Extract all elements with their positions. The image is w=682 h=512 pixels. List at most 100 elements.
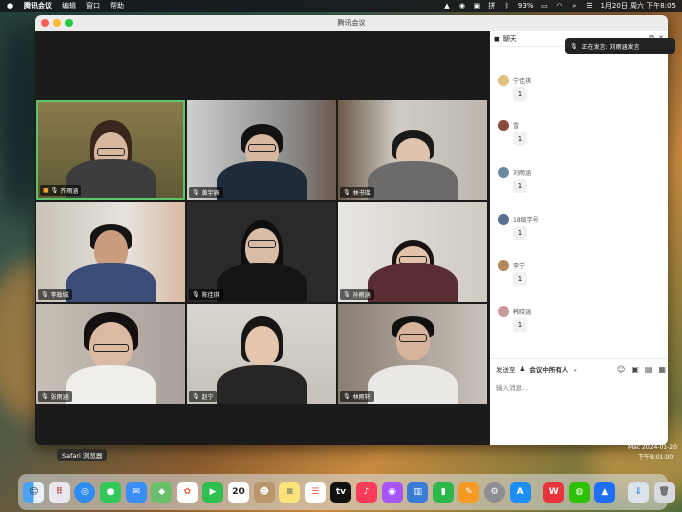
- downloads-icon[interactable]: ⇩: [627, 481, 649, 503]
- music-icon[interactable]: ♪: [356, 481, 378, 503]
- mic-muted-icon: 🎙︎: [343, 189, 351, 196]
- participant-nametag: 🎙︎ 李政城: [38, 289, 72, 300]
- image-icon[interactable]: ▣: [631, 365, 639, 374]
- chevron-down-icon[interactable]: ⌄: [572, 365, 577, 373]
- participant-glasses: [398, 334, 427, 342]
- keynote-icon[interactable]: ▥: [407, 481, 429, 503]
- window-title: 腾讯会议: [337, 19, 366, 27]
- message-bubble[interactable]: 1: [513, 226, 527, 240]
- mail-icon[interactable]: ✉: [125, 481, 147, 503]
- chat-composer: 发送至 ♟ 会议中所有人 ⌄ ☺ ▣ ▤ ▦: [490, 358, 668, 409]
- desktop-time-text: 下午8:01:00: [638, 454, 674, 461]
- chat-icon: ◼: [494, 34, 500, 43]
- video-tile[interactable]: 🎙︎ 张雨涵: [36, 304, 185, 404]
- mic-muted-icon: 🎙︎: [192, 189, 200, 196]
- send-to-label: 发送至: [496, 366, 516, 374]
- system-settings-icon[interactable]: ⚙: [483, 481, 505, 503]
- dock: ☺ ⠿ ◎ ● ✉ ◆ ✿ ▶ 20 ☻ ≡ ☰ tv ♪ ◉ ▥ ▮ ✎ ⚙ …: [18, 474, 675, 510]
- participant-nametag: 🎙︎ 黄宇辰: [189, 187, 223, 198]
- apple-icon[interactable]: ●: [6, 2, 14, 10]
- file-icon[interactable]: ▤: [645, 365, 653, 374]
- menu-app-name[interactable]: 腾讯会议: [24, 1, 52, 11]
- video-tile[interactable]: 🎙︎ 赵宁: [187, 304, 336, 404]
- finder-icon[interactable]: ☺: [23, 481, 45, 503]
- chat-title: 聊天: [502, 34, 517, 43]
- app-store-icon[interactable]: A: [509, 481, 531, 503]
- send-to-dropdown[interactable]: 会议中所有人: [529, 364, 568, 374]
- participant-face: [244, 228, 279, 268]
- launchpad-icon[interactable]: ⠿: [48, 481, 70, 503]
- calendar-icon[interactable]: 20: [228, 481, 250, 503]
- more-icon[interactable]: ▦: [658, 365, 666, 374]
- avatar[interactable]: [498, 75, 509, 86]
- participant-name: 林书瑶: [352, 190, 371, 197]
- avatar[interactable]: [498, 214, 509, 225]
- message-bubble[interactable]: 1: [513, 272, 527, 286]
- send-to-row: 发送至 ♟ 会议中所有人 ⌄ ☺ ▣ ▤ ▦: [496, 364, 666, 375]
- pages-icon[interactable]: ✎: [458, 481, 480, 503]
- menu-edit[interactable]: 编辑: [62, 1, 76, 11]
- safari-icon[interactable]: ◎: [74, 481, 96, 503]
- notes-icon[interactable]: ≡: [279, 481, 301, 503]
- chat-message-input[interactable]: [496, 381, 656, 395]
- avatar[interactable]: [498, 306, 509, 317]
- menu-window[interactable]: 窗口: [86, 1, 100, 11]
- battery-icon[interactable]: ▭: [540, 2, 548, 10]
- trash-icon[interactable]: 🗑︎: [653, 481, 675, 503]
- participant-nametag: 🎙︎ 陈佳琪: [189, 289, 223, 300]
- numbers-icon[interactable]: ▮: [432, 481, 454, 503]
- maps-icon[interactable]: ◆: [151, 481, 173, 503]
- avatar[interactable]: [498, 167, 509, 178]
- menubar-datetime[interactable]: 1月20日 周六 下午8:05: [600, 1, 676, 11]
- participant-glasses: [247, 240, 276, 248]
- participant-body: [367, 263, 458, 302]
- tencent-meeting-status-icon[interactable]: ▲: [443, 2, 451, 10]
- mic-muted-icon: 🎙︎: [192, 393, 200, 400]
- wps-icon[interactable]: W: [543, 481, 565, 503]
- tv-icon[interactable]: tv: [330, 481, 352, 503]
- video-tile[interactable]: 🎙︎ 林书瑶: [338, 100, 487, 200]
- search-icon[interactable]: ⌕: [570, 2, 578, 10]
- avatar[interactable]: [498, 120, 509, 131]
- wallpaper-glow: [0, 20, 40, 220]
- control-center-icon[interactable]: ☰: [585, 2, 593, 10]
- participant-body: [65, 263, 156, 302]
- bluetooth-icon[interactable]: ᛒ: [503, 2, 511, 10]
- emoji-icon[interactable]: ☺: [617, 365, 625, 374]
- participant-face: [244, 326, 279, 366]
- wechat-icon[interactable]: ◍: [568, 481, 590, 503]
- minimize-window-button[interactable]: [53, 19, 61, 27]
- display-status-icon[interactable]: ▣: [473, 2, 481, 10]
- reminders-icon[interactable]: ☰: [304, 481, 326, 503]
- speaking-notification[interactable]: 🎙︎ 正在发言: 刘雨涵发言: [565, 38, 675, 54]
- message-bubble[interactable]: 1: [513, 132, 527, 146]
- chat-panel: ◼ 聊天 ⧉ ✕ 宁佳琪 1 雪 1 刘雨涵 1 18级学号 1: [490, 31, 668, 445]
- avatar[interactable]: [498, 260, 509, 271]
- facetime-icon[interactable]: ▶: [202, 481, 224, 503]
- photos-icon[interactable]: ✿: [176, 481, 198, 503]
- zoom-window-button[interactable]: [65, 19, 73, 27]
- message-bubble[interactable]: 1: [513, 179, 527, 193]
- messages-icon[interactable]: ●: [100, 481, 122, 503]
- input-method-icon[interactable]: 拼: [488, 2, 496, 10]
- video-tile[interactable]: 🎙︎ 黄宇辰: [187, 100, 336, 200]
- mic-muted-icon: 🎙︎: [41, 393, 49, 400]
- close-window-button[interactable]: [41, 19, 49, 27]
- video-tile[interactable]: 🎙︎ 李政城: [36, 202, 185, 302]
- participant-body: [65, 365, 156, 404]
- tencent-meeting-icon[interactable]: ▲: [594, 481, 616, 503]
- menu-help[interactable]: 帮助: [110, 1, 124, 11]
- podcasts-icon[interactable]: ◉: [381, 481, 403, 503]
- video-tile[interactable]: 🎙︎ 林雨轩: [338, 304, 487, 404]
- video-tile[interactable]: ■ 🎙︎ 齐雨涵: [36, 100, 185, 200]
- wifi-icon[interactable]: ◠: [555, 2, 563, 10]
- contacts-icon[interactable]: ☻: [253, 481, 275, 503]
- message-bubble[interactable]: 1: [513, 87, 527, 101]
- meeting-window: 腾讯会议 ■ 🎙︎ 齐雨涵 🎙︎ 黄宇辰 🎙︎ 林书瑶 🎙︎ 李政城 🎙︎ 陈佳…: [35, 15, 668, 445]
- wechat-status-icon[interactable]: ◉: [458, 2, 466, 10]
- window-titlebar[interactable]: 腾讯会议: [35, 15, 668, 31]
- video-tile[interactable]: 🎙︎ 陈佳琪: [187, 202, 336, 302]
- message-bubble[interactable]: 1: [513, 318, 527, 332]
- participant-nametag: 🎙︎ 赵宁: [189, 391, 217, 402]
- video-tile[interactable]: 🎙︎ 孙雨涵: [338, 202, 487, 302]
